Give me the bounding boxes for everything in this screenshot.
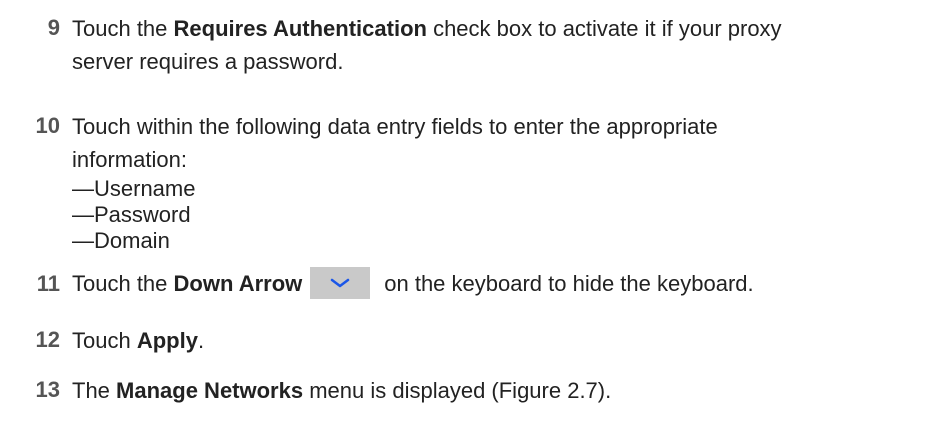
step-line: Touch the Requires Authentication check …	[72, 12, 922, 45]
step-number: 10	[35, 113, 60, 138]
step-text: Touch the Requires Authentication check …	[72, 12, 922, 78]
step-number: 12	[35, 327, 60, 352]
ui-term-requires-authentication: Requires Authentication	[173, 16, 427, 41]
text-run: on the keyboard to hide the keyboard.	[384, 271, 754, 296]
list-item-domain: —Domain	[72, 228, 170, 253]
step-text: Touch Apply.	[72, 324, 922, 357]
text-run: The	[72, 378, 117, 403]
text-run: menu is displayed (Figure 2.7).	[303, 378, 612, 403]
text-run: Touch the	[72, 271, 174, 296]
ui-term-manage-networks: Manage Networks	[116, 378, 304, 403]
text-run: check box to activate it if your proxy	[426, 16, 782, 41]
step-number: 11	[36, 271, 60, 296]
step-line: Touch the Down Arrow on the keyboard to h…	[72, 267, 922, 301]
step-line: information:	[72, 147, 187, 172]
ui-term-down-arrow: Down Arrow	[173, 271, 303, 296]
step-text: Touch within the following data entry fi…	[72, 110, 922, 254]
step-line: Touch Apply.	[72, 324, 922, 357]
step-number: 13	[35, 377, 60, 402]
list-item-password: —Password	[72, 202, 191, 227]
down-arrow-key-icon	[310, 267, 371, 300]
step-number: 9	[47, 15, 60, 40]
step-text: The Manage Networks menu is displayed (F…	[72, 374, 922, 407]
text-run: Touch	[72, 328, 137, 353]
step-text: Touch the Down Arrow on the keyboard to h…	[72, 267, 922, 301]
text-run: .	[197, 328, 205, 353]
step-line: server requires a password.	[72, 49, 344, 74]
list-item-username: —Username	[72, 176, 196, 201]
step-line: Touch within the following data entry fi…	[72, 114, 718, 139]
chevron-down-icon	[331, 278, 350, 288]
step-line: The Manage Networks menu is displayed (F…	[72, 374, 922, 407]
text-run: Touch the	[72, 16, 174, 41]
ui-term-apply: Apply	[136, 328, 198, 353]
